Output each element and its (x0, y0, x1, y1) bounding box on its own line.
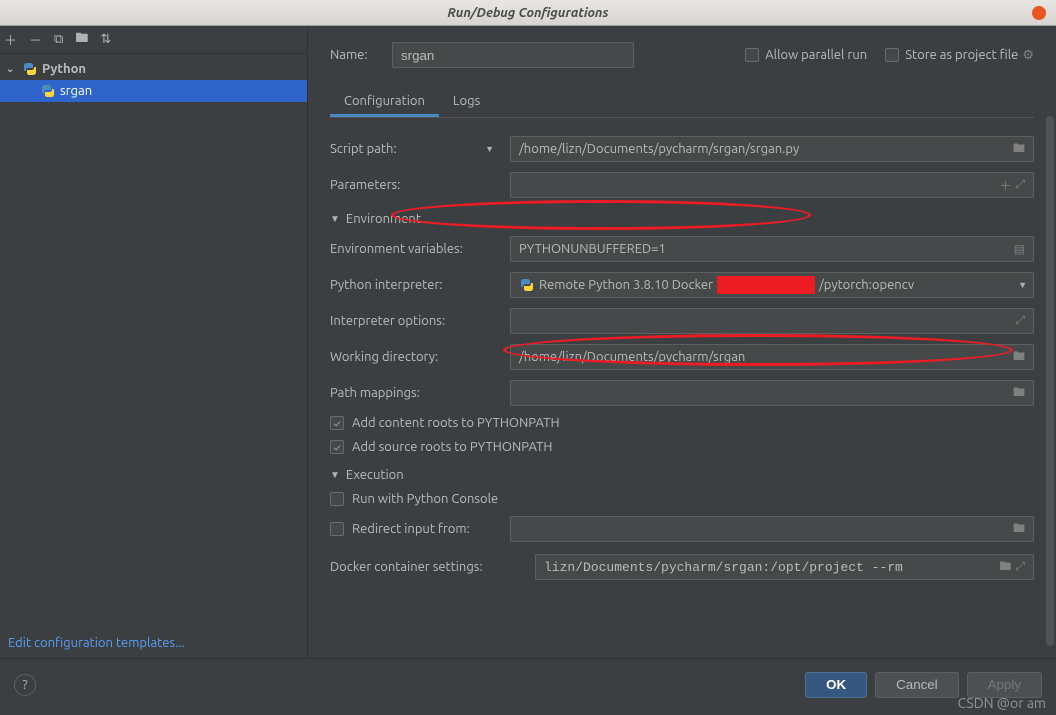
button-bar: ? OK Cancel Apply (0, 658, 1056, 710)
sidebar-toolbar: ＋ － ⧉ 🖿 ⇅ (0, 26, 307, 54)
tab-configuration[interactable]: Configuration (330, 88, 439, 117)
folder-icon[interactable]: 🖿 (1011, 519, 1027, 540)
name-input[interactable] (392, 42, 634, 68)
expand-icon[interactable]: ⤢ (1013, 560, 1027, 574)
environment-title: Environment (346, 212, 421, 226)
script-path-input[interactable] (511, 137, 1011, 161)
checkbox-icon[interactable] (330, 440, 344, 454)
tree-item-label: srgan (60, 84, 92, 98)
add-source-roots-label: Add source roots to PYTHONPATH (352, 440, 552, 454)
checkbox-icon[interactable] (330, 492, 344, 506)
env-vars-field[interactable]: ▤ (510, 236, 1034, 262)
checkbox-icon[interactable] (330, 416, 344, 430)
parameters-label: Parameters: (330, 178, 510, 192)
chevron-down-icon: ⌄ (6, 63, 18, 75)
sort-icon[interactable]: ⇅ (100, 32, 111, 47)
path-mappings-label: Path mappings: (330, 386, 510, 400)
config-tree: ⌄ Python srgan (0, 54, 307, 628)
interpreter-field[interactable]: Remote Python 3.8.10 Docker /pytorch:ope… (510, 272, 1034, 298)
working-dir-field[interactable]: 🖿 (510, 344, 1034, 370)
tab-logs[interactable]: Logs (439, 88, 494, 117)
chevron-down-icon: ▼ (330, 469, 340, 481)
content-panel: Name: Allow parallel run Store as projec… (308, 26, 1056, 658)
checkbox-icon[interactable] (330, 522, 344, 536)
script-path-field[interactable]: 🖿 (510, 136, 1034, 162)
add-content-roots[interactable]: Add content roots to PYTHONPATH (330, 416, 1034, 430)
path-mappings-field[interactable]: 🖿 (510, 380, 1034, 406)
allow-parallel-container[interactable]: Allow parallel run (745, 48, 867, 62)
plus-icon[interactable]: ＋ (997, 177, 1013, 194)
gear-icon[interactable]: ⚙ (1022, 48, 1034, 63)
window-title: Run/Debug Configurations (447, 6, 608, 20)
tree-item-srgan[interactable]: srgan (0, 80, 307, 102)
folder-icon[interactable]: 🖿 (1011, 347, 1027, 368)
folder-icon[interactable]: 🖿 (75, 29, 88, 51)
scrollbar[interactable] (1046, 116, 1054, 646)
folder-icon[interactable]: 🖿 (1011, 139, 1027, 160)
run-with-console[interactable]: Run with Python Console (330, 492, 1034, 506)
add-content-roots-label: Add content roots to PYTHONPATH (352, 416, 560, 430)
docker-settings-label: Docker container settings: (330, 560, 535, 574)
chevron-down-icon[interactable]: ▼ (485, 144, 494, 154)
interp-options-input[interactable] (511, 309, 1013, 333)
expand-icon[interactable]: ⤢ (1013, 178, 1027, 192)
add-source-roots[interactable]: Add source roots to PYTHONPATH (330, 440, 1034, 454)
expand-icon[interactable]: ⤢ (1013, 314, 1027, 328)
cancel-button[interactable]: Cancel (875, 672, 959, 698)
chevron-down-icon: ▼ (330, 213, 340, 225)
redirect-input-field[interactable]: 🖿 (510, 516, 1034, 542)
chevron-down-icon[interactable]: ▼ (1018, 280, 1027, 290)
redirect-input-label: Redirect input from: (352, 522, 470, 536)
working-dir-label: Working directory: (330, 350, 510, 364)
add-icon[interactable]: ＋ (4, 30, 17, 49)
path-mappings-input[interactable] (511, 381, 1011, 405)
parameters-field[interactable]: ＋ ⤢ (510, 172, 1034, 198)
docker-settings-field[interactable]: 🖿 ⤢ (535, 554, 1034, 580)
title-bar: Run/Debug Configurations (0, 0, 1056, 26)
remove-icon[interactable]: － (29, 30, 42, 49)
python-icon (519, 277, 535, 293)
redirect-input[interactable]: Redirect input from: (330, 522, 510, 536)
interp-options-field[interactable]: ⤢ (510, 308, 1034, 334)
close-icon[interactable] (1032, 6, 1046, 20)
environment-section[interactable]: ▼ Environment (330, 212, 1034, 226)
copy-icon[interactable]: ⧉ (54, 32, 63, 47)
checkbox-icon[interactable] (745, 48, 759, 62)
checkbox-icon[interactable] (885, 48, 899, 62)
script-path-label: Script path: (330, 142, 481, 156)
execution-section[interactable]: ▼ Execution (330, 468, 1034, 482)
env-vars-input[interactable] (511, 237, 1012, 261)
execution-title: Execution (346, 468, 404, 482)
interp-options-label: Interpreter options: (330, 314, 510, 328)
env-vars-label: Environment variables: (330, 242, 510, 256)
parameters-input[interactable] (511, 173, 997, 197)
store-project-label: Store as project file (905, 48, 1018, 62)
folder-icon[interactable]: 🖿 (1011, 383, 1027, 404)
list-icon[interactable]: ▤ (1012, 242, 1027, 256)
docker-settings-input[interactable] (536, 555, 997, 579)
tree-root-label: Python (42, 62, 86, 76)
interpreter-label: Python interpreter: (330, 278, 510, 292)
tree-root-python[interactable]: ⌄ Python (0, 58, 307, 80)
apply-button[interactable]: Apply (967, 672, 1042, 698)
tab-bar: Configuration Logs (330, 88, 1034, 118)
store-project-container[interactable]: Store as project file (885, 48, 1018, 62)
python-icon (22, 61, 38, 77)
sidebar: ＋ － ⧉ 🖿 ⇅ ⌄ Python srgan Edit configurat… (0, 26, 308, 658)
redacted-block (717, 276, 815, 294)
folder-icon[interactable]: 🖿 (997, 557, 1013, 578)
name-label: Name: (330, 48, 392, 62)
run-with-console-label: Run with Python Console (352, 492, 498, 506)
interpreter-prefix: Remote Python 3.8.10 Docker (539, 278, 713, 292)
python-icon (40, 83, 56, 99)
redirect-input-input[interactable] (511, 517, 1011, 541)
allow-parallel-label: Allow parallel run (765, 48, 867, 62)
ok-button[interactable]: OK (805, 672, 867, 698)
working-dir-input[interactable] (511, 345, 1011, 369)
main-container: ＋ － ⧉ 🖿 ⇅ ⌄ Python srgan Edit configurat… (0, 26, 1056, 658)
help-button[interactable]: ? (14, 674, 36, 696)
edit-templates-link[interactable]: Edit configuration templates... (0, 628, 307, 658)
interpreter-suffix: /pytorch:opencv (819, 278, 914, 292)
